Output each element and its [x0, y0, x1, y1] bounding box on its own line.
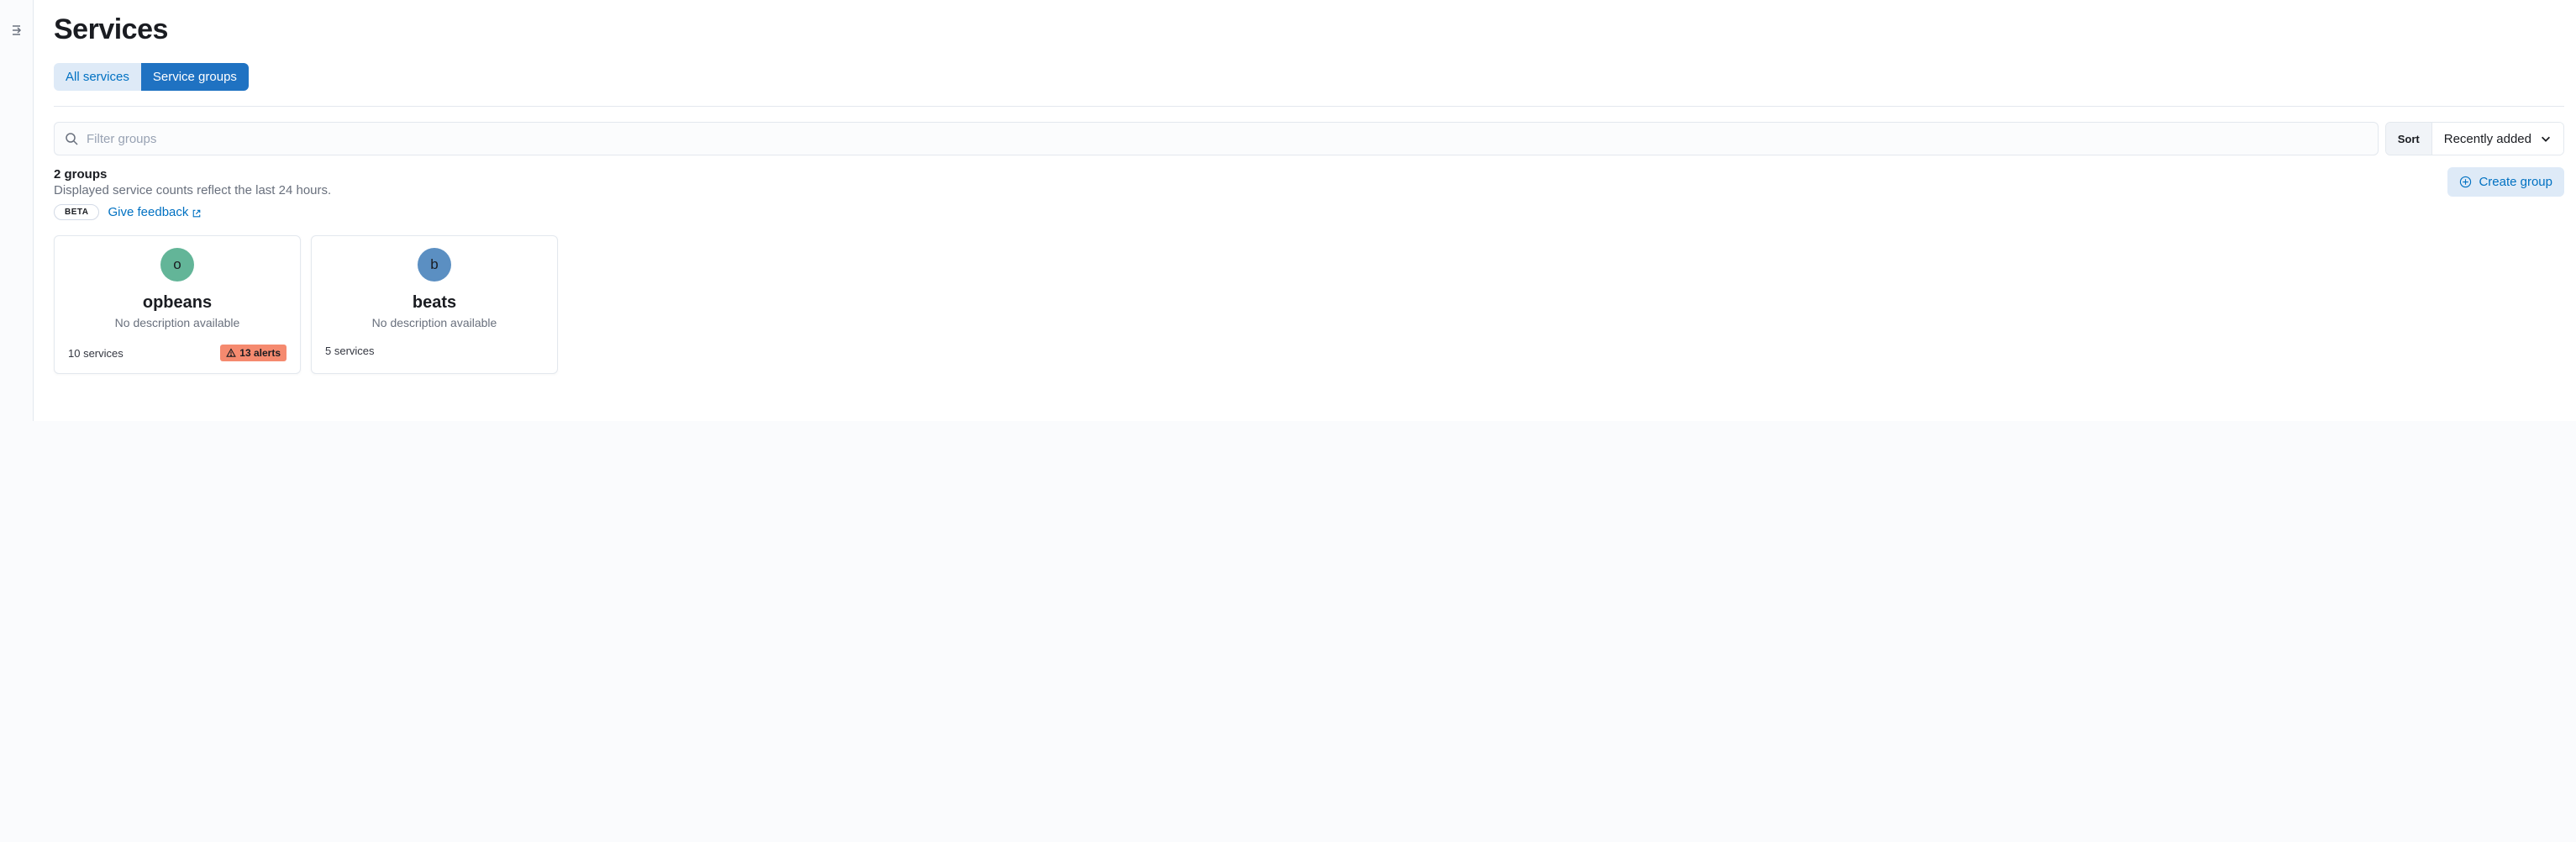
group-description: No description available: [115, 316, 240, 329]
create-group-label: Create group: [2479, 175, 2552, 189]
services-count: 5 services: [325, 345, 375, 357]
avatar: b: [418, 248, 451, 282]
group-description: No description available: [372, 316, 497, 329]
external-link-icon: [192, 208, 202, 218]
tab-all-services[interactable]: All services: [54, 63, 141, 91]
group-name: opbeans: [143, 293, 212, 313]
tabs: All services Service groups: [54, 63, 249, 91]
create-group-button[interactable]: Create group: [2447, 167, 2564, 197]
group-card[interactable]: b beats No description available 5 services: [311, 235, 558, 374]
page-title: Services: [54, 13, 2564, 46]
main-content: Services All services Service groups: [34, 0, 2576, 421]
divider: [54, 106, 2564, 107]
card-footer: 5 services: [325, 345, 544, 357]
sort-selected: Recently added: [2444, 132, 2531, 146]
filter-input[interactable]: [87, 132, 2368, 146]
groups-count: 2 groups: [54, 167, 331, 182]
plus-circle-icon: [2459, 176, 2472, 188]
card-top: b beats No description available: [325, 248, 544, 345]
sort-select[interactable]: Recently added: [2432, 123, 2563, 155]
filter-wrap: [54, 122, 2379, 155]
meta-row: 2 groups Displayed service counts reflec…: [54, 167, 2564, 197]
search-icon: [65, 132, 78, 145]
card-top: o opbeans No description available: [68, 248, 287, 345]
services-count: 10 services: [68, 347, 124, 360]
feedback-row: BETA Give feedback: [54, 204, 2564, 220]
alert-count-label: 13 alerts: [239, 347, 281, 359]
chevron-down-icon: [2540, 133, 2552, 145]
tab-service-groups[interactable]: Service groups: [141, 63, 249, 91]
tab-label: Service groups: [153, 70, 237, 84]
sidebar-collapsed: [0, 0, 34, 421]
toolbar: Sort Recently added: [54, 122, 2564, 155]
alert-badge[interactable]: 13 alerts: [220, 345, 287, 361]
cards-container: o opbeans No description available 10 servi…: [54, 235, 2564, 374]
feedback-link-label: Give feedback: [108, 205, 188, 219]
groups-note: Displayed service counts reflect the las…: [54, 183, 331, 197]
card-footer: 10 services 13 alerts: [68, 345, 287, 361]
tab-label: All services: [66, 70, 129, 84]
expand-sidebar-icon[interactable]: [11, 24, 24, 37]
group-name: beats: [413, 293, 456, 313]
group-card[interactable]: o opbeans No description available 10 servi…: [54, 235, 301, 374]
sort-group: Sort Recently added: [2385, 122, 2564, 155]
sort-label: Sort: [2386, 123, 2432, 155]
give-feedback-link[interactable]: Give feedback: [108, 205, 202, 219]
beta-badge: BETA: [54, 204, 99, 220]
avatar: o: [160, 248, 194, 282]
warning-icon: [226, 348, 236, 358]
